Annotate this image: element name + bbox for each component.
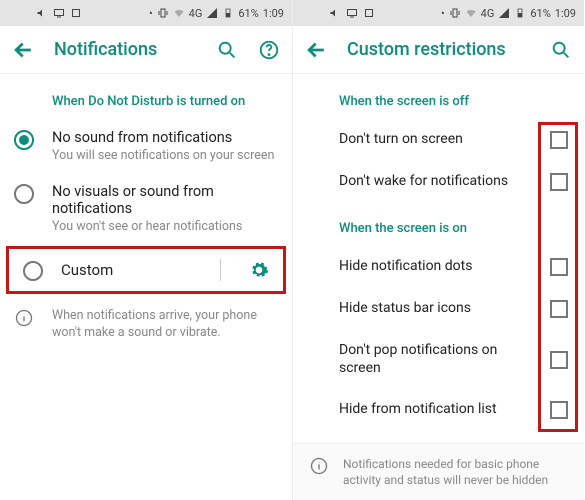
- search-icon[interactable]: [550, 39, 572, 61]
- option-dont-pop[interactable]: Don't pop notifications on screen: [293, 330, 584, 389]
- footer-text: Notifications needed for basic phone act…: [343, 456, 568, 488]
- mute-icon: [329, 7, 341, 19]
- option-subtitle: You will see notifications on your scree…: [52, 148, 274, 163]
- section-label-dnd: When Do Not Disturb is turned on: [0, 84, 292, 119]
- section-label-screen-on: When the screen is on: [293, 211, 584, 246]
- option-subtitle: You won't see or hear notifications: [52, 219, 278, 234]
- divider: [220, 259, 221, 281]
- clock: 1:09: [555, 7, 576, 20]
- app-bar: Custom restrictions: [293, 26, 584, 74]
- network-label: 4G: [189, 7, 203, 20]
- footer-info: Notifications needed for basic phone act…: [293, 443, 584, 500]
- option-hide-statusbar-icons[interactable]: Hide status bar icons: [293, 288, 584, 330]
- app-icon: [70, 7, 82, 19]
- screen-notifications: • 4G 61% 1:09 Notifications When Do Not …: [0, 0, 292, 500]
- checkbox-label: Don't turn on screen: [339, 131, 540, 149]
- battery-pct: 61%: [530, 7, 550, 20]
- signal-icon: [498, 7, 510, 19]
- vibrate-icon: [449, 7, 461, 19]
- checkbox-icon[interactable]: [550, 131, 568, 149]
- option-custom[interactable]: Custom: [6, 246, 286, 294]
- help-icon[interactable]: [258, 39, 280, 61]
- clock: 1:09: [263, 7, 284, 20]
- network-label: 4G: [481, 7, 495, 20]
- option-title: Custom: [61, 261, 202, 279]
- checkbox-label: Hide status bar icons: [339, 300, 540, 318]
- gear-icon[interactable]: [249, 260, 269, 280]
- radio-selected-icon: [14, 130, 34, 150]
- status-bar: • 4G 61% 1:09: [293, 0, 584, 26]
- checkbox-icon[interactable]: [550, 173, 568, 191]
- option-no-visual-sound[interactable]: No visuals or sound from notifications Y…: [0, 173, 292, 244]
- battery-icon: [222, 7, 234, 19]
- radio-icon: [14, 184, 34, 204]
- checkbox-icon[interactable]: [550, 300, 568, 318]
- screen-custom-restrictions: • 4G 61% 1:09 Custom restrictions When t…: [292, 0, 584, 500]
- cast-icon: [53, 7, 65, 19]
- info-icon: [14, 308, 34, 328]
- option-dont-turn-on-screen[interactable]: Don't turn on screen: [293, 119, 584, 161]
- search-icon[interactable]: [216, 39, 238, 61]
- option-dont-wake[interactable]: Don't wake for notifications: [293, 161, 584, 203]
- mute-icon: [36, 7, 48, 19]
- battery-pct: 61%: [238, 7, 258, 20]
- checkbox-icon[interactable]: [550, 351, 568, 369]
- page-title: Custom restrictions: [347, 39, 530, 60]
- checkbox-label: Don't wake for notifications: [339, 173, 540, 191]
- info-icon: [309, 456, 329, 476]
- vibrate-icon: [157, 7, 169, 19]
- status-dot: •: [441, 7, 445, 20]
- checkbox-icon[interactable]: [550, 258, 568, 276]
- section-label-screen-off: When the screen is off: [293, 84, 584, 119]
- option-no-sound[interactable]: No sound from notifications You will see…: [0, 119, 292, 173]
- option-title: No sound from notifications: [52, 129, 274, 146]
- wifi-icon: [173, 7, 185, 19]
- battery-icon: [514, 7, 526, 19]
- app-bar: Notifications: [0, 26, 292, 74]
- wifi-icon: [465, 7, 477, 19]
- option-hide-dots[interactable]: Hide notification dots: [293, 246, 584, 288]
- checkbox-label: Hide from notification list: [339, 401, 540, 419]
- back-icon[interactable]: [12, 39, 34, 61]
- radio-icon: [23, 261, 43, 281]
- page-title: Notifications: [54, 39, 196, 60]
- status-dot: •: [149, 7, 153, 20]
- option-title: No visuals or sound from notifications: [52, 183, 278, 217]
- checkbox-label: Hide notification dots: [339, 258, 540, 276]
- status-bar: • 4G 61% 1:09: [0, 0, 292, 26]
- cast-icon: [346, 7, 358, 19]
- info-row: When notifications arrive, your phone wo…: [0, 296, 292, 354]
- checkbox-icon[interactable]: [550, 401, 568, 419]
- signal-icon: [206, 7, 218, 19]
- info-text: When notifications arrive, your phone wo…: [52, 308, 278, 342]
- app-icon: [363, 7, 375, 19]
- back-icon[interactable]: [305, 39, 327, 61]
- checkbox-label: Don't pop notifications on screen: [339, 342, 540, 377]
- option-hide-from-list[interactable]: Hide from notification list: [293, 389, 584, 431]
